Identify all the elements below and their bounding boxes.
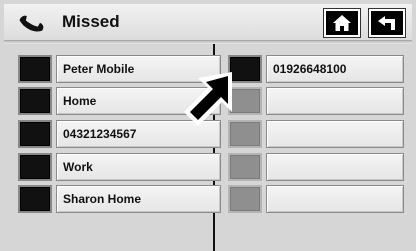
header-separator xyxy=(4,41,412,44)
phone-number[interactable]: 01926648100 xyxy=(266,55,404,83)
row-indicator xyxy=(18,87,52,115)
phone-number xyxy=(266,153,404,181)
phone-number xyxy=(266,120,404,148)
back-arrow-icon xyxy=(378,16,395,30)
row-indicator xyxy=(228,185,262,213)
row-indicator xyxy=(18,185,52,213)
header-bar: Missed xyxy=(4,4,412,42)
row-indicator xyxy=(18,153,52,181)
phone-number xyxy=(266,185,404,213)
row-indicator xyxy=(18,120,52,148)
back-button[interactable] xyxy=(368,8,406,38)
row-indicator xyxy=(228,153,262,181)
phone-number xyxy=(266,87,404,115)
caller-name[interactable]: Work xyxy=(56,153,221,181)
missed-calls-screen: Missed Peter Mobile Home 04321234567 Wor… xyxy=(0,0,416,251)
home-button[interactable] xyxy=(323,8,361,38)
home-icon xyxy=(333,15,351,31)
caller-name[interactable]: Sharon Home xyxy=(56,185,221,213)
row-indicator xyxy=(18,55,52,83)
phone-handset-icon xyxy=(19,15,44,32)
page-title: Missed xyxy=(62,12,120,31)
pointer-arrow-icon xyxy=(184,72,232,126)
